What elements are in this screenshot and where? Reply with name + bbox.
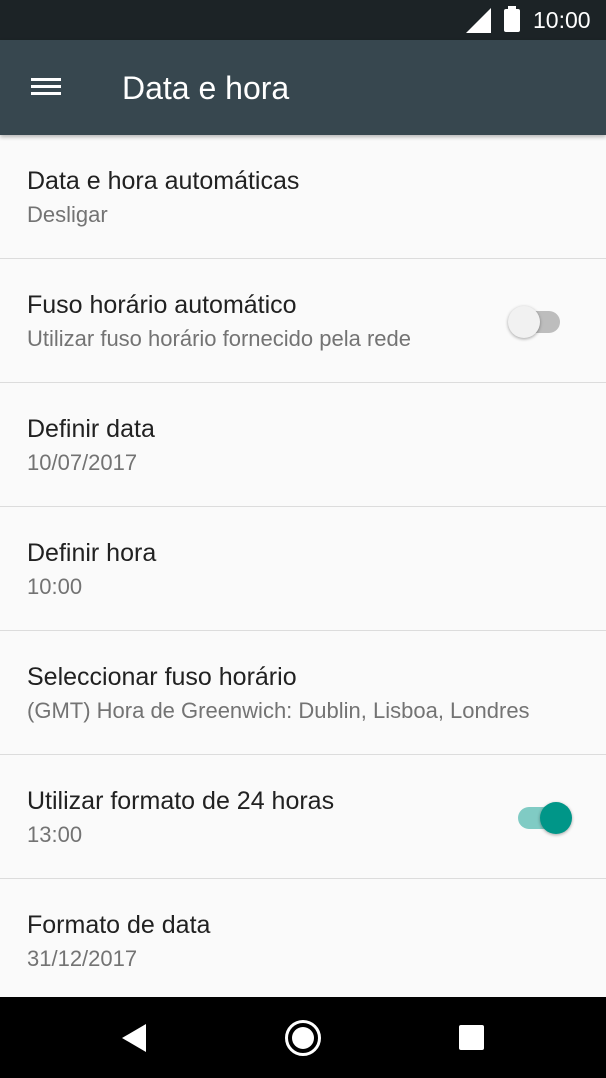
status-bar: 10:00 — [0, 0, 606, 40]
setting-date-format[interactable]: Formato de data 31/12/2017 — [0, 879, 606, 1002]
setting-summary: (GMT) Hora de Greenwich: Dublin, Lisboa,… — [27, 698, 530, 723]
setting-title: Definir data — [27, 415, 155, 443]
hamburger-menu-icon[interactable] — [28, 72, 64, 102]
switch-thumb — [540, 802, 572, 834]
setting-automatic-date-time[interactable]: Data e hora automáticas Desligar — [0, 135, 606, 259]
signal-icon — [466, 8, 491, 33]
app-bar: Data e hora — [0, 40, 606, 135]
setting-24-hour-format[interactable]: Utilizar formato de 24 horas 13:00 — [0, 755, 606, 879]
setting-title: Utilizar formato de 24 horas — [27, 787, 335, 815]
setting-title: Formato de data — [27, 911, 211, 939]
setting-title: Seleccionar fuso horário — [27, 663, 297, 691]
setting-title: Data e hora automáticas — [27, 167, 300, 195]
setting-automatic-time-zone[interactable]: Fuso horário automático Utilizar fuso ho… — [0, 259, 606, 383]
settings-list: Data e hora automáticas Desligar Fuso ho… — [0, 135, 606, 1002]
setting-summary: 10/07/2017 — [27, 450, 138, 475]
setting-set-time[interactable]: Definir hora 10:00 — [0, 507, 606, 631]
setting-summary: 10:00 — [27, 574, 83, 599]
setting-set-date[interactable]: Definir data 10/07/2017 — [0, 383, 606, 507]
home-icon[interactable] — [285, 1020, 321, 1056]
setting-summary: 31/12/2017 — [27, 946, 138, 971]
setting-title: Definir hora — [27, 539, 157, 567]
24-hour-format-switch[interactable] — [508, 801, 572, 835]
setting-title: Fuso horário automático — [27, 291, 297, 319]
battery-icon — [504, 6, 520, 32]
status-time: 10:00 — [533, 7, 591, 33]
automatic-time-zone-switch[interactable] — [508, 305, 566, 339]
setting-summary: Desligar — [27, 202, 108, 227]
setting-summary: Utilizar fuso horário fornecido pela red… — [27, 326, 411, 351]
navigation-bar — [0, 997, 606, 1078]
page-title: Data e hora — [122, 70, 290, 106]
back-icon[interactable] — [122, 1024, 146, 1052]
switch-thumb — [508, 306, 540, 338]
recents-icon[interactable] — [459, 1025, 484, 1050]
setting-summary: 13:00 — [27, 822, 83, 847]
setting-select-time-zone[interactable]: Seleccionar fuso horário (GMT) Hora de G… — [0, 631, 606, 755]
